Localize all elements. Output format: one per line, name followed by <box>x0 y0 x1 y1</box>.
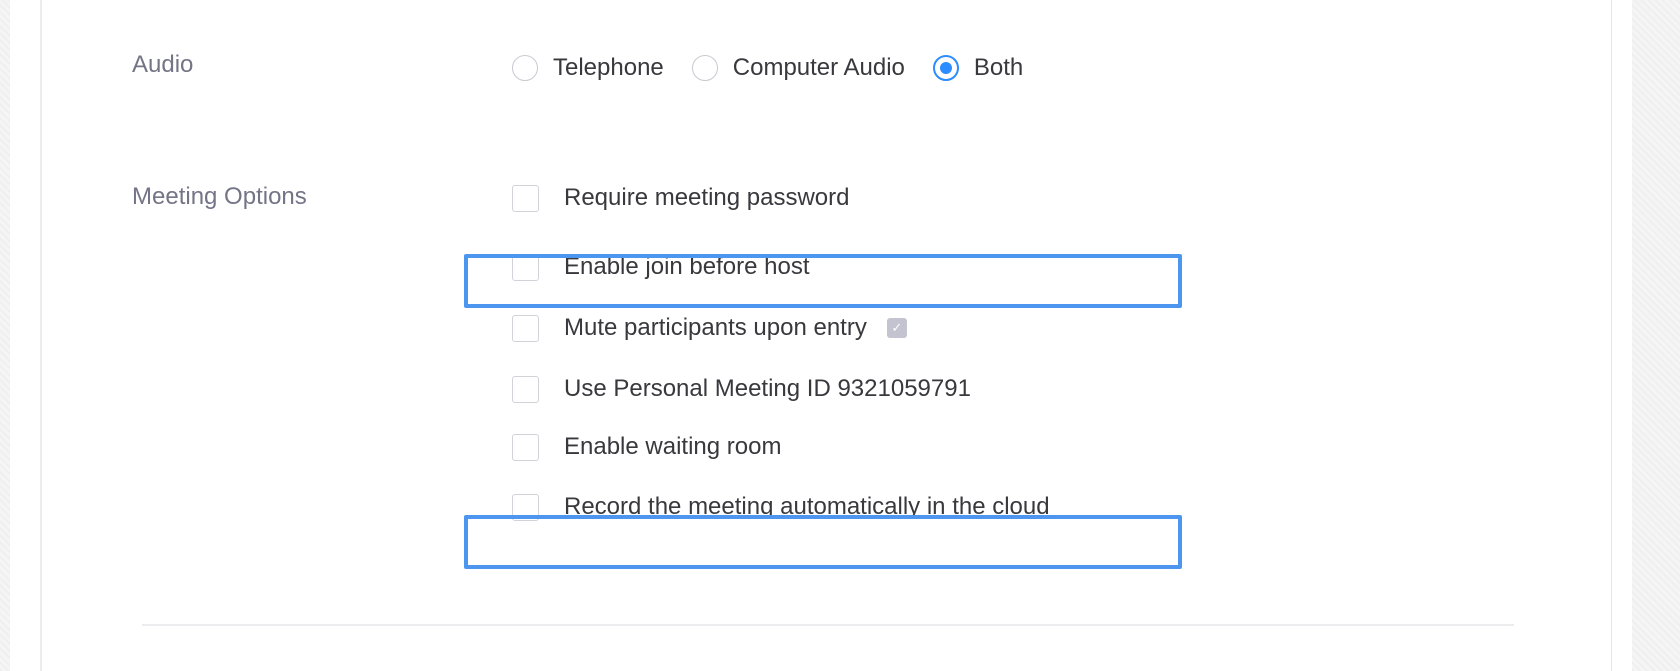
background-right <box>1632 0 1680 671</box>
audio-radio-group: Telephone Computer Audio Both <box>512 50 1051 86</box>
personal-meeting-id-checkbox[interactable] <box>512 375 539 403</box>
background-left <box>0 0 10 671</box>
audio-label: Audio <box>132 51 194 78</box>
highlight-join-before-host <box>464 254 1182 308</box>
panel-border-left <box>40 0 42 671</box>
waiting-room-checkbox[interactable] <box>512 433 539 461</box>
mute-upon-entry-checkbox[interactable] <box>512 314 539 342</box>
waiting-room-label: Enable waiting room <box>564 433 782 460</box>
option-require-password[interactable]: Require meeting password <box>512 181 849 215</box>
panel-border-right <box>1611 0 1612 671</box>
require-password-label: Require meeting password <box>564 184 850 211</box>
both-radio[interactable] <box>932 55 959 81</box>
info-icon[interactable]: ✓ <box>886 318 907 338</box>
computer-audio-label: Computer Audio <box>732 54 905 81</box>
meeting-options-label: Meeting Options <box>132 183 307 210</box>
computer-audio-radio[interactable] <box>691 55 718 81</box>
option-personal-meeting-id[interactable]: Use Personal Meeting ID 9321059791 <box>512 372 971 406</box>
audio-option-both[interactable]: Both <box>932 53 1024 83</box>
option-waiting-room[interactable]: Enable waiting room <box>512 430 781 464</box>
telephone-label: Telephone <box>553 54 664 81</box>
audio-option-computer-audio[interactable]: Computer Audio <box>691 53 905 83</box>
mute-upon-entry-label: Mute participants upon entry <box>564 314 867 341</box>
meeting-settings-page: Audio Telephone Computer Audio Both Meet… <box>0 0 1680 671</box>
require-password-checkbox[interactable] <box>512 184 539 212</box>
both-label: Both <box>973 54 1024 81</box>
section-divider <box>142 624 1514 626</box>
telephone-radio[interactable] <box>512 55 538 81</box>
option-mute-upon-entry[interactable]: Mute participants upon entry ✓ <box>512 311 907 345</box>
highlight-auto-record-cloud <box>464 515 1182 569</box>
audio-option-telephone[interactable]: Telephone <box>512 53 664 83</box>
personal-meeting-id-label: Use Personal Meeting ID 9321059791 <box>564 375 971 402</box>
